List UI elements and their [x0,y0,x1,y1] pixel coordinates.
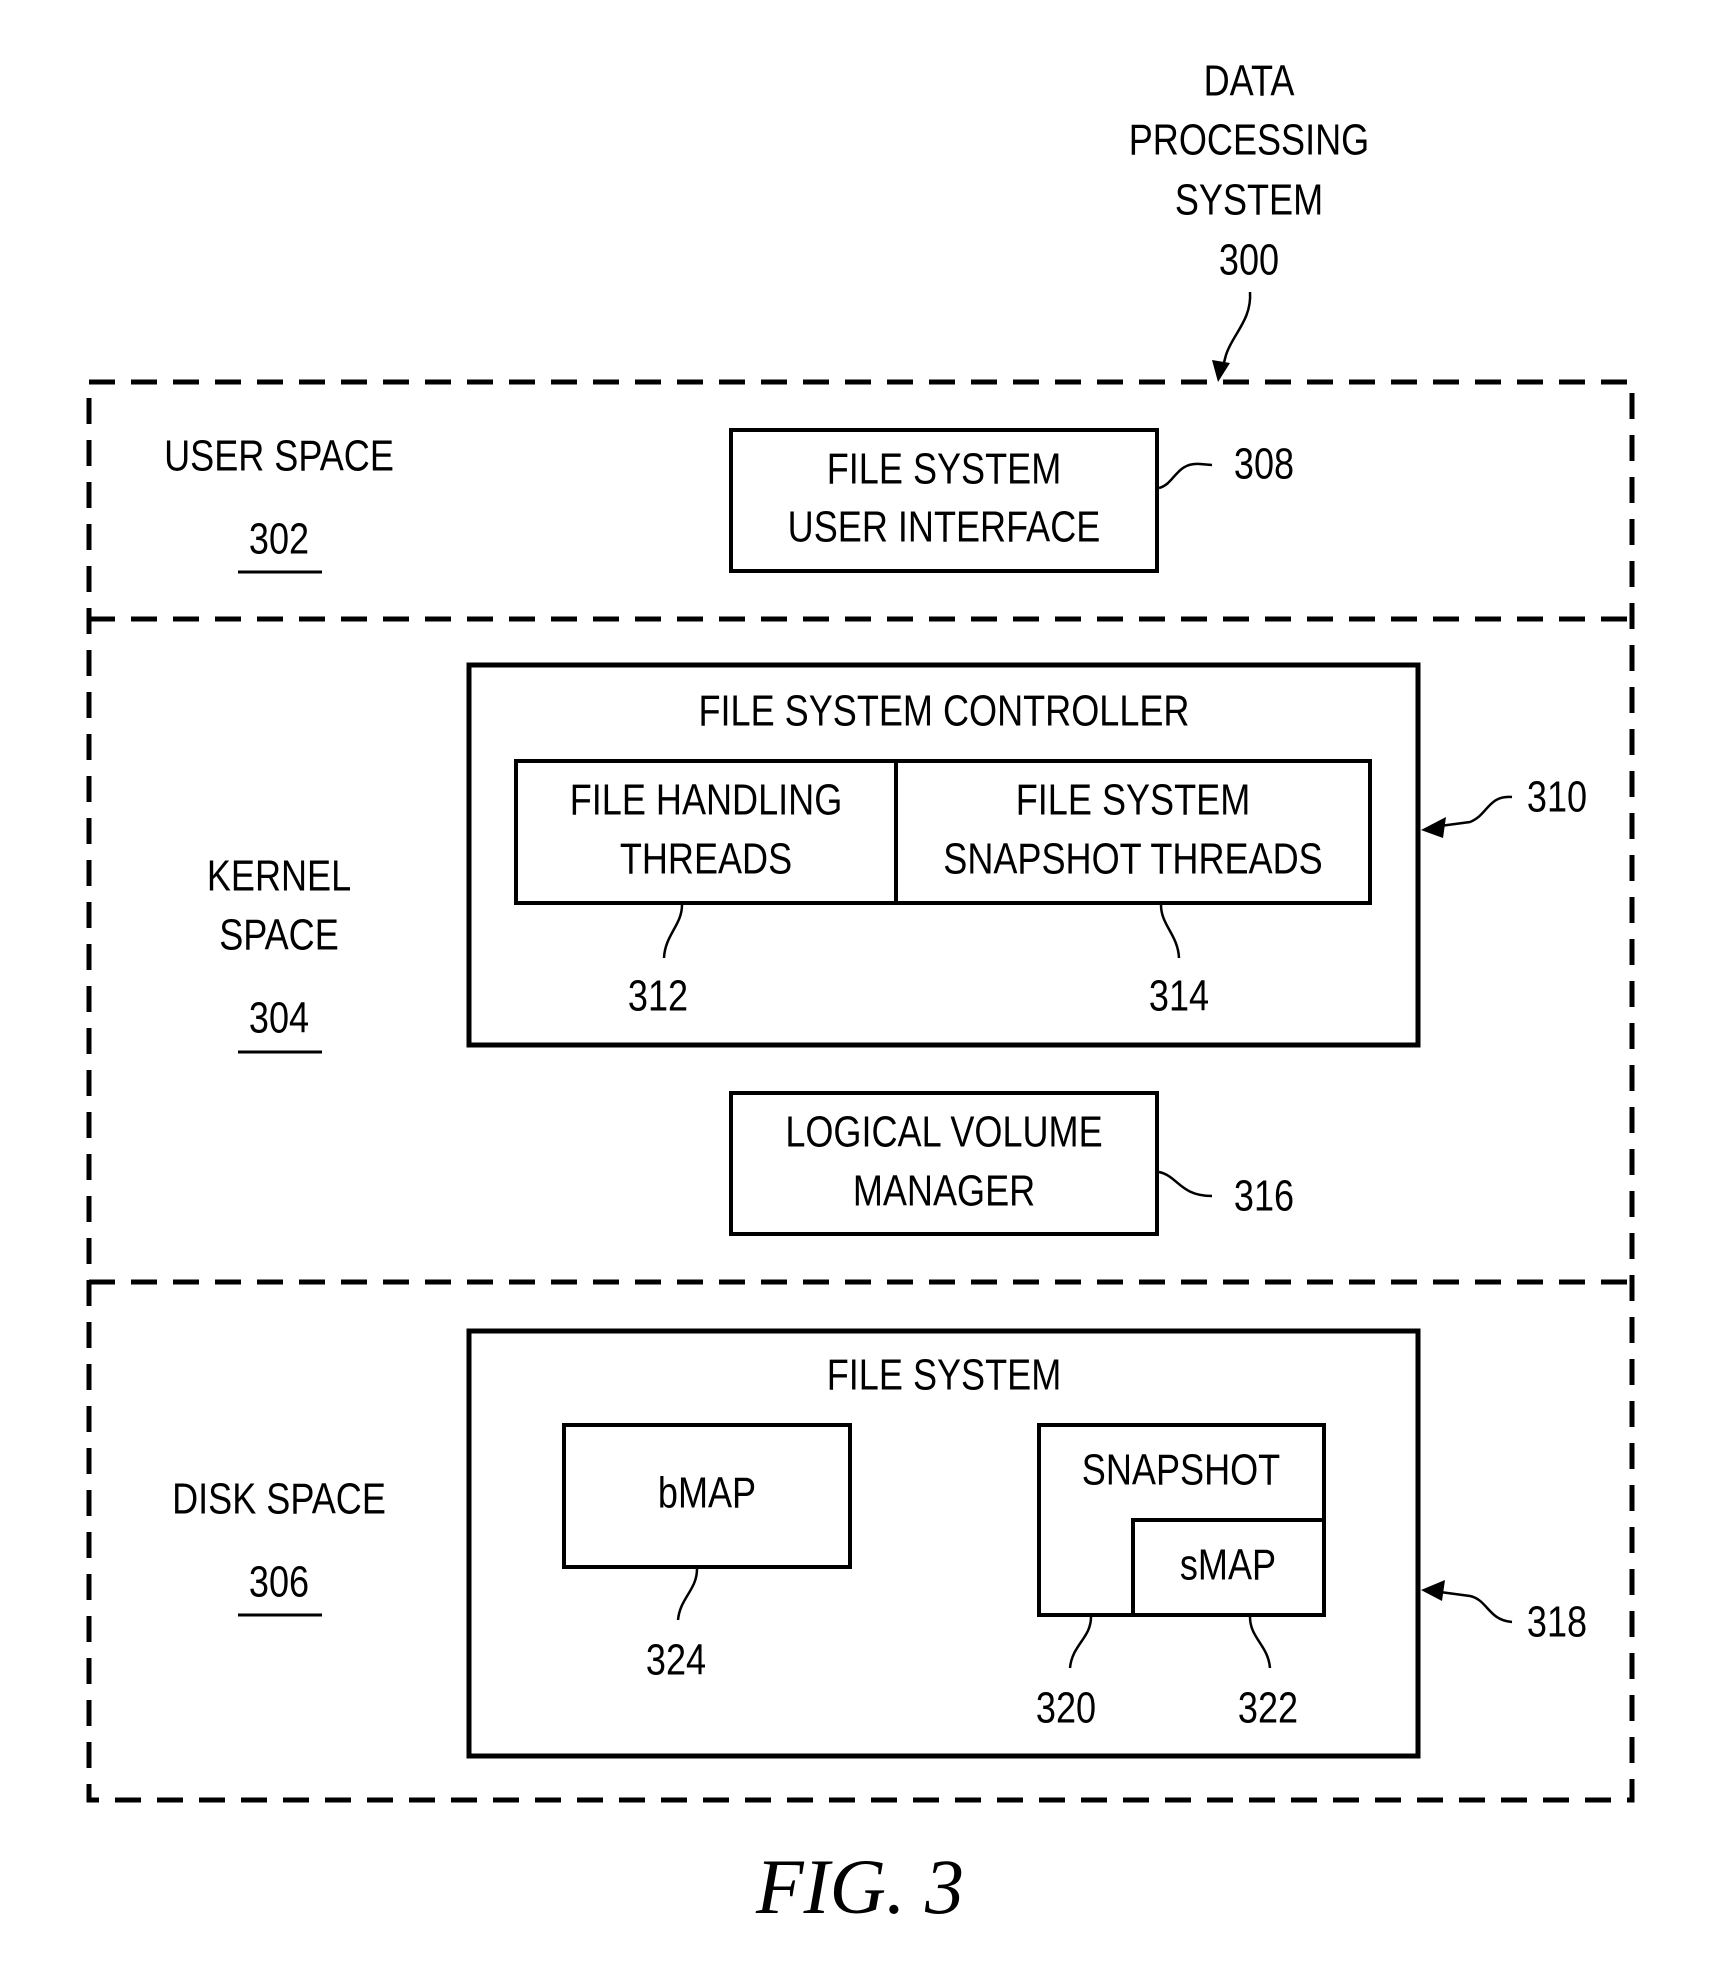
region-kernel-space: KERNEL SPACE 304 [207,851,351,1054]
ref-314: 314 [1149,971,1209,1020]
ref-316: 316 [1234,1171,1294,1220]
region-ref-number: 304 [249,993,309,1042]
region-label: SPACE [219,910,339,959]
system-title-line: SYSTEM [1175,175,1323,224]
figure-caption: FIG. 3 [755,1843,964,1930]
box-label-line: FILE SYSTEM [1016,775,1250,824]
box-label-line: SNAPSHOT THREADS [943,834,1322,883]
ref-310: 310 [1527,772,1587,821]
box-label: SNAPSHOT [1082,1445,1280,1494]
arrowhead-318-icon [1421,1580,1445,1601]
region-ref-number: 306 [249,1557,309,1606]
ref-318: 318 [1527,1597,1587,1646]
arrowhead-310-icon [1421,817,1446,838]
ref-324: 324 [646,1635,706,1684]
system-ref-number: 300 [1219,235,1279,284]
leader-310 [1439,795,1513,828]
box-label: bMAP [658,1468,756,1517]
system-title-line: DATA [1204,56,1295,105]
system-label: DATA PROCESSING SYSTEM 300 [1129,56,1369,284]
box-label-line: LOGICAL VOLUME [785,1107,1102,1156]
system-title-line: PROCESSING [1129,115,1369,164]
leader-316 [1158,1170,1213,1198]
ref-320: 320 [1036,1683,1096,1732]
box-title: FILE SYSTEM [827,1350,1061,1399]
region-ref-number: 302 [249,514,309,563]
box-title: FILE SYSTEM CONTROLLER [699,686,1190,735]
box-label-line: USER INTERFACE [788,502,1101,551]
diagram-canvas: DATA PROCESSING SYSTEM 300 USER SPACE 30… [86,56,1635,1930]
region-label: USER SPACE [164,431,394,480]
box-label-line: FILE SYSTEM [827,444,1061,493]
fs-user-interface-box: FILE SYSTEM USER INTERFACE [729,428,1159,573]
region-label: KERNEL [207,851,351,900]
leader-318 [1439,1590,1513,1624]
leader-308 [1158,462,1213,490]
box-label-line: MANAGER [853,1166,1035,1215]
ref-322: 322 [1238,1683,1298,1732]
region-user-space: USER SPACE 302 [164,431,394,574]
system-leader-line [1220,291,1252,371]
ref-308: 308 [1234,439,1294,488]
region-label: DISK SPACE [172,1474,386,1523]
box-label-line: THREADS [620,834,792,883]
smap-box: sMAP [1131,1518,1326,1617]
region-disk-space: DISK SPACE 306 [172,1474,386,1617]
bmap-box: bMAP [562,1423,852,1569]
box-label-line: FILE HANDLING [570,775,843,824]
ref-312: 312 [628,971,688,1020]
file-handling-threads-box: FILE HANDLING THREADS [514,759,898,905]
system-arrowhead-icon [1212,360,1230,382]
fs-snapshot-threads-box: FILE SYSTEM SNAPSHOT THREADS [894,759,1372,905]
logical-volume-manager-box: LOGICAL VOLUME MANAGER [729,1091,1159,1236]
box-label: sMAP [1180,1540,1276,1589]
